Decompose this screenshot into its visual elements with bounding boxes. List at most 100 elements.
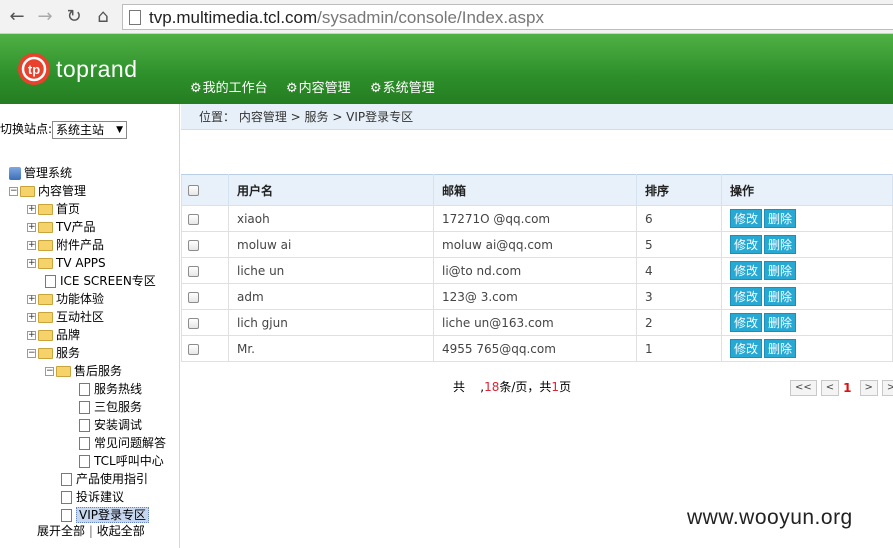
cell-email: moluw ai@qq.com — [433, 231, 637, 258]
select-all-checkbox[interactable] — [188, 185, 199, 196]
header-user[interactable]: 用户名 — [228, 174, 434, 206]
menu-content[interactable]: ⚙内容管理 — [286, 77, 351, 96]
system-icon — [9, 167, 21, 180]
expand-icon[interactable]: + — [27, 313, 36, 322]
delete-button[interactable]: 删除 — [764, 261, 797, 280]
reload-icon[interactable]: ↻ — [63, 6, 85, 28]
cell-user: liche un — [228, 257, 434, 284]
expand-icon[interactable]: + — [27, 331, 36, 340]
page-icon — [79, 419, 90, 432]
edit-button[interactable]: 修改 — [730, 235, 763, 254]
page-icon — [79, 455, 90, 468]
svg-text:tp: tp — [28, 62, 40, 77]
last-page-button[interactable]: > — [881, 380, 893, 396]
folder-icon — [38, 204, 53, 215]
edit-button[interactable]: 修改 — [730, 339, 763, 358]
tree-install[interactable]: 安装调试 — [79, 416, 142, 434]
edit-button[interactable]: 修改 — [730, 261, 763, 280]
delete-button[interactable]: 删除 — [764, 235, 797, 254]
select-all-cell — [181, 174, 229, 206]
folder-icon — [56, 366, 71, 377]
tree-call-center[interactable]: TCL呼叫中心 — [79, 452, 164, 470]
forward-icon[interactable]: → — [34, 6, 56, 28]
browser-toolbar: ← → ↻ ⌂ tvp.multimedia.tcl.com/sysadmin/… — [0, 0, 893, 34]
expand-icon[interactable]: + — [27, 205, 36, 214]
cell-rank: 4 — [636, 257, 722, 284]
tree-hotline[interactable]: 服务热线 — [79, 380, 142, 398]
row-checkbox[interactable] — [188, 343, 199, 355]
cell-rank: 2 — [636, 309, 722, 336]
expand-all-link[interactable]: 展开全部 — [37, 524, 85, 538]
tree-brand[interactable]: + 品牌 — [27, 326, 80, 344]
header-email[interactable]: 邮箱 — [433, 174, 637, 206]
back-icon[interactable]: ← — [6, 6, 28, 28]
expand-icon[interactable]: + — [27, 259, 36, 268]
pager: << <1 > > — [790, 380, 893, 396]
tree-guide[interactable]: 产品使用指引 — [61, 470, 148, 488]
tree-service[interactable]: − 服务 — [27, 344, 80, 362]
table-row: liche un li@to nd.com 4 修改 删除 — [181, 257, 893, 284]
next-page-button[interactable]: > — [859, 380, 878, 396]
url-text: tvp.multimedia.tcl.com/sysadmin/console/… — [149, 8, 544, 27]
cell-user: xiaoh — [228, 205, 434, 232]
cell-rank: 3 — [636, 283, 722, 310]
tree-home[interactable]: + 首页 — [27, 200, 80, 218]
site-switch: 切换站点: 系统主站 ▼ — [0, 120, 128, 139]
folder-icon — [20, 186, 35, 197]
tree-ice-screen[interactable]: ICE SCREEN专区 — [45, 272, 156, 290]
menu-workbench[interactable]: ⚙我的工作台 — [190, 77, 268, 96]
tree-warranty[interactable]: 三包服务 — [79, 398, 142, 416]
expand-icon[interactable]: + — [27, 295, 36, 304]
table-row: xiaoh 17271O @qq.com 6 修改 删除 — [181, 205, 893, 232]
collapse-icon[interactable]: − — [27, 349, 36, 358]
prev-page-button[interactable]: < — [820, 380, 840, 396]
page-icon — [79, 437, 90, 450]
cell-user: lich gjun — [228, 309, 434, 336]
folder-icon — [38, 222, 53, 233]
edit-button[interactable]: 修改 — [730, 287, 763, 306]
collapse-icon[interactable]: − — [45, 367, 54, 376]
sidebar: 切换站点: 系统主站 ▼ 管理系统 − 内容管理 + 首页 + TV产品 + 附件产品 + T… — [0, 104, 180, 548]
delete-button[interactable]: 删除 — [764, 287, 797, 306]
edit-button[interactable]: 修改 — [730, 313, 763, 332]
cell-rank: 6 — [636, 205, 722, 232]
row-checkbox[interactable] — [188, 291, 199, 303]
cell-user: Mr. — [228, 335, 434, 362]
tree-accessories[interactable]: + 附件产品 — [27, 236, 104, 254]
expand-icon[interactable]: + — [27, 241, 36, 250]
collapse-icon[interactable]: − — [9, 187, 18, 196]
row-checkbox[interactable] — [188, 239, 199, 251]
tree-features[interactable]: + 功能体验 — [27, 290, 104, 308]
home-icon[interactable]: ⌂ — [92, 6, 114, 28]
folder-icon — [38, 294, 53, 305]
first-page-button[interactable]: << — [790, 380, 817, 396]
row-checkbox[interactable] — [188, 213, 199, 225]
edit-button[interactable]: 修改 — [730, 209, 763, 228]
cell-email: li@to nd.com — [433, 257, 637, 284]
address-bar[interactable]: tvp.multimedia.tcl.com/sysadmin/console/… — [122, 4, 893, 30]
tree-faq[interactable]: 常见问题解答 — [79, 434, 166, 452]
cell-email: liche un@163.com — [433, 309, 637, 336]
expand-icon[interactable]: + — [27, 223, 36, 232]
page-icon — [79, 401, 90, 414]
table-row: adm 123@ 3.com 3 修改 删除 — [181, 283, 893, 310]
tree-after-sales[interactable]: − 售后服务 — [45, 362, 122, 380]
tree-tv-products[interactable]: + TV产品 — [27, 218, 96, 236]
header-rank[interactable]: 排序 — [636, 174, 722, 206]
row-checkbox[interactable] — [188, 265, 199, 277]
tree-root[interactable]: 管理系统 — [9, 164, 72, 182]
collapse-all-link[interactable]: 收起全部 — [97, 524, 145, 538]
row-checkbox[interactable] — [188, 317, 199, 329]
tree-community[interactable]: + 互动社区 — [27, 308, 104, 326]
tree-tv-apps[interactable]: + TV APPS — [27, 254, 106, 272]
delete-button[interactable]: 删除 — [764, 339, 797, 358]
menu-system[interactable]: ⚙系统管理 — [370, 77, 435, 96]
gear-icon: ⚙ — [190, 81, 202, 96]
site-select[interactable]: 系统主站 ▼ — [52, 120, 128, 139]
delete-button[interactable]: 删除 — [764, 313, 797, 332]
header-ops: 操作 — [721, 174, 893, 206]
page-icon — [45, 275, 56, 288]
delete-button[interactable]: 删除 — [764, 209, 797, 228]
tree-complaint[interactable]: 投诉建议 — [61, 488, 124, 506]
tree-content[interactable]: − 内容管理 — [9, 182, 86, 200]
